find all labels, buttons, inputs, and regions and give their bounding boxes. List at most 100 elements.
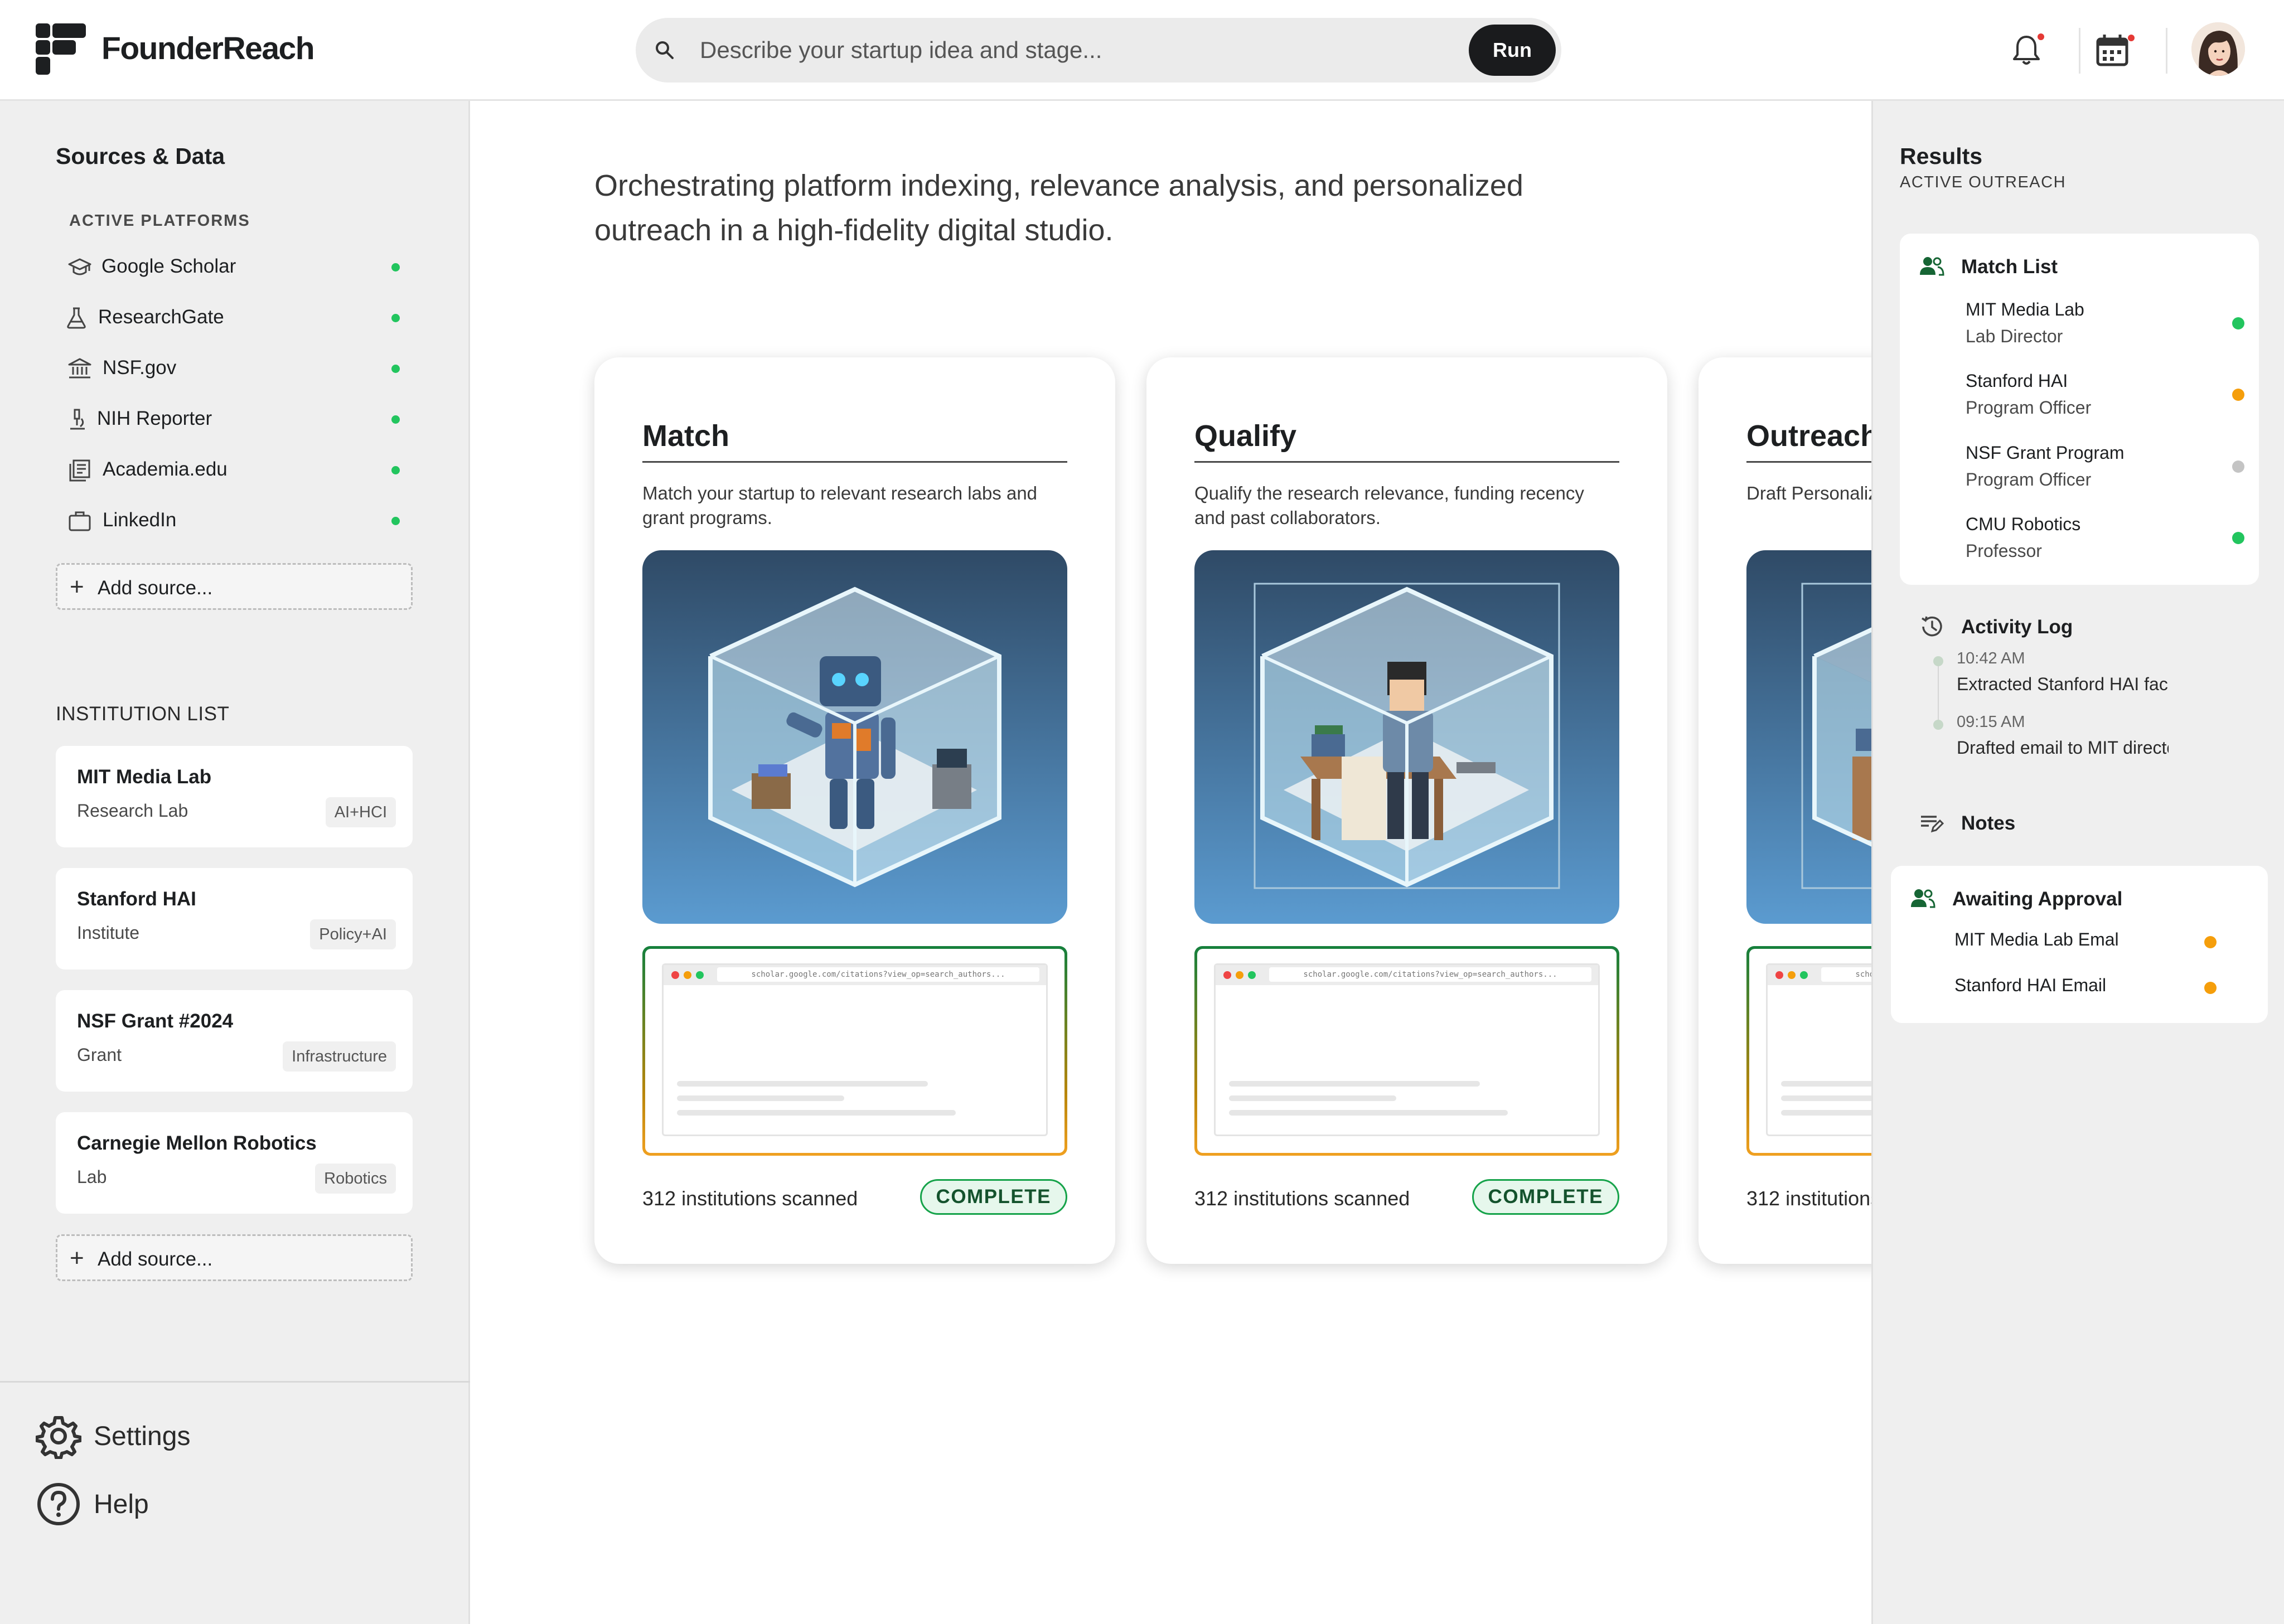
match-role: Program Officer (1966, 397, 2092, 418)
timeline-dot (1933, 656, 1943, 666)
platform-item-google-scholar[interactable]: Google Scholar (67, 248, 413, 287)
card-stat: 312 institutions scanned (1746, 1187, 1871, 1210)
approval-status-dot (2204, 936, 2217, 948)
status-dot (391, 466, 400, 474)
match-name: NSF Grant Program (1966, 443, 2125, 463)
platform-item-researchgate[interactable]: ResearchGate (67, 298, 413, 337)
card-title: Outreach (1746, 419, 1871, 453)
graduation-cap-icon (68, 258, 91, 275)
activity-log-title: Activity Log (1961, 616, 2073, 638)
search-input[interactable] (700, 18, 1425, 83)
institution-card[interactable]: NSF Grant #2024 Grant Infrastructure (56, 990, 413, 1092)
platform-label: LinkedIn (103, 509, 177, 531)
help-label: Help (94, 1490, 149, 1519)
match-status-dot (2232, 317, 2244, 329)
placeholder-line (1781, 1081, 1871, 1087)
match-item[interactable]: CMU Robotics Professor (1966, 514, 2244, 575)
settings-label: Settings (94, 1422, 191, 1451)
browser-preview[interactable]: scholar.google.com/citations?view_op=sea… (1194, 946, 1619, 1156)
institution-card[interactable]: MIT Media Lab Research Lab AI+HCI (56, 746, 413, 847)
match-status-dot (2232, 532, 2244, 544)
approval-label: Stanford HAI Email (1954, 975, 2107, 995)
idea-search-bar: Run (636, 18, 1561, 83)
brand-name[interactable]: FounderReach (101, 30, 315, 67)
match-item[interactable]: MIT Media Lab Lab Director (1966, 299, 2244, 361)
results-panel: Results ACTIVE OUTREACH Match List MIT M… (1871, 101, 2284, 1624)
results-title: Results (1900, 143, 1983, 169)
window-minimize-dot (1788, 971, 1796, 979)
platform-label: Google Scholar (101, 255, 236, 277)
scholar-cube-illustration (1194, 550, 1619, 924)
institution-card[interactable]: Stanford HAI Institute Policy+AI (56, 868, 413, 969)
card-title-rule (642, 461, 1067, 463)
timeline-dot (1933, 720, 1943, 730)
plus-icon: + (70, 573, 84, 600)
institution-card[interactable]: Carnegie Mellon Robotics Lab Robotics (56, 1112, 413, 1214)
status-dot (391, 415, 400, 424)
browser-url: scholar.google.com/citations?view_op=sea… (717, 967, 1039, 982)
card-description: Qualify the research relevance, funding … (1194, 483, 1584, 528)
window-minimize-dot (684, 971, 691, 979)
platform-item-academia[interactable]: Academia.edu (67, 450, 413, 489)
add-source-button[interactable]: + Add source... (56, 1234, 413, 1281)
card-title: Qualify (1194, 419, 1297, 453)
browser-preview[interactable]: scholar.google.com/citations?view_op=sea… (642, 946, 1067, 1156)
user-avatar[interactable] (2191, 22, 2245, 76)
stage-card-match[interactable]: Match Match your startup to relevant res… (594, 357, 1115, 1264)
stage-card-outreach[interactable]: Outreach Draft Personalized emails and c… (1699, 357, 1871, 1264)
match-list-header[interactable]: Match List (1918, 249, 2230, 283)
approval-item[interactable]: MIT Media Lab Emal (1954, 925, 2217, 958)
window-close-dot (1775, 971, 1783, 979)
sources-title: Sources & Data (56, 143, 225, 169)
awaiting-approval-title: Awaiting Approval (1952, 888, 2123, 910)
browser-preview[interactable]: scholar.google.com/citations?view_op=sea… (1746, 946, 1871, 1156)
platform-item-nsf[interactable]: NSF.gov (67, 349, 413, 388)
activity-time: 09:15 AM (1957, 713, 2025, 731)
match-status-dot (2232, 460, 2244, 473)
institution-name: MIT Media Lab (77, 766, 212, 788)
platform-label: NIH Reporter (97, 408, 212, 429)
founderreach-logo-icon[interactable] (36, 23, 86, 75)
browser-url: scholar.google.com/citations?view_op=sea… (1269, 967, 1591, 982)
card-description: Match your startup to relevant research … (642, 483, 1038, 528)
run-button[interactable]: Run (1469, 25, 1556, 76)
placeholder-line (677, 1110, 956, 1116)
awaiting-approval-card: Awaiting Approval MIT Media Lab Emal Sta… (1891, 866, 2268, 1023)
activity-log-header[interactable]: Activity Log (1918, 609, 2230, 643)
activity-text: Extracted Stanford HAI faculty (1957, 674, 2169, 694)
notes-header[interactable]: Notes (1918, 806, 2230, 839)
stage-card-qualify[interactable]: Qualify Qualify the research relevance, … (1146, 357, 1667, 1264)
match-item[interactable]: Stanford HAI Program Officer (1966, 371, 2244, 432)
platform-label: Academia.edu (103, 458, 228, 480)
browser-preview-frame: scholar.google.com/citations?view_op=sea… (1749, 949, 1871, 1153)
notes-edit-icon (1921, 816, 1944, 833)
platform-item-nih-reporter[interactable]: NIH Reporter (67, 400, 413, 439)
activity-item[interactable]: 10:42 AM Extracted Stanford HAI faculty (1957, 649, 2169, 711)
browser-window: scholar.google.com/citations?view_op=sea… (1214, 963, 1600, 1136)
activity-time: 10:42 AM (1957, 649, 2025, 667)
top-header: FounderReach Run (0, 0, 2284, 101)
browser-window: scholar.google.com/citations?view_op=sea… (1766, 963, 1871, 1136)
browser-toolbar: scholar.google.com/citations?view_op=sea… (1768, 965, 1871, 985)
header-divider (2166, 28, 2167, 74)
main-stage: Orchestrating platform indexing, relevan… (472, 101, 1871, 1624)
calendar-icon[interactable] (2091, 29, 2133, 71)
match-item[interactable]: NSF Grant Program Program Officer (1966, 443, 2244, 504)
match-name: MIT Media Lab (1966, 299, 2084, 319)
window-close-dot (671, 971, 679, 979)
institution-type: Grant (77, 1045, 122, 1065)
add-source-button[interactable]: + Add source... (56, 563, 413, 610)
awaiting-approval-header[interactable]: Awaiting Approval (1909, 881, 2243, 915)
library-icon (69, 459, 90, 482)
header-divider (2079, 28, 2080, 74)
users-icon (1911, 889, 1935, 908)
match-role: Lab Director (1966, 326, 2063, 346)
platform-item-linkedin[interactable]: LinkedIn (67, 501, 413, 540)
left-sidebar: Sources & Data ACTIVE PLATFORMS Google S… (0, 101, 470, 1624)
match-role: Program Officer (1966, 469, 2092, 489)
founderreach-app: FounderReach Run (0, 0, 2284, 1624)
activity-item[interactable]: 09:15 AM Drafted email to MIT director (1957, 713, 2169, 774)
browser-window: scholar.google.com/citations?view_op=sea… (662, 963, 1048, 1136)
approval-item[interactable]: Stanford HAI Email (1954, 971, 2217, 1004)
match-list-title: Match List (1961, 256, 2058, 278)
